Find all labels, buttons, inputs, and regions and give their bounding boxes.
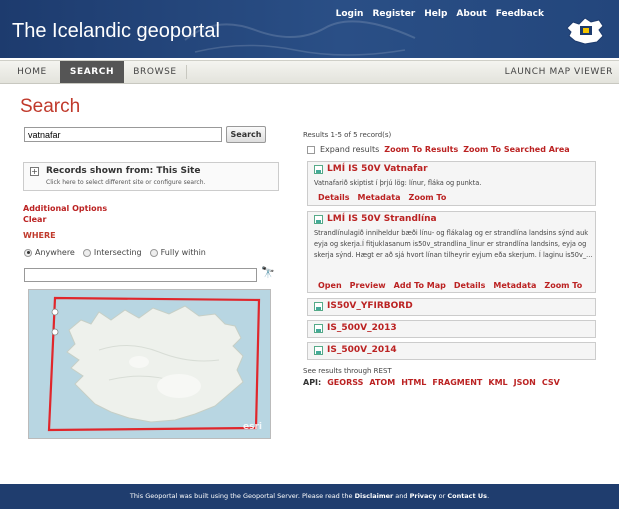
layer-icon xyxy=(314,164,323,174)
top-links: Login Register Help About Feedback xyxy=(336,9,544,19)
iceland-map-graphic xyxy=(29,290,270,438)
radio-checked-icon[interactable] xyxy=(24,248,32,257)
api-csv-link[interactable]: CSV xyxy=(542,378,560,387)
search-map[interactable]: esri xyxy=(28,289,271,439)
results-toolbar: Expand results Zoom To Results Zoom To S… xyxy=(307,145,570,154)
metadata-link[interactable]: Metadata xyxy=(358,193,401,202)
radio-unchecked-icon[interactable] xyxy=(82,248,91,257)
additional-options-link[interactable]: Additional Options xyxy=(23,204,107,213)
result-title[interactable]: IS50V_YFIRBORD xyxy=(314,301,413,311)
radio-intersecting[interactable]: Intersecting xyxy=(82,248,142,257)
spatial-filter-radios: Anywhere Intersecting Fully within xyxy=(24,248,206,257)
radio-anywhere[interactable]: Anywhere xyxy=(24,248,75,257)
radio-unchecked-icon[interactable] xyxy=(149,248,158,257)
open-link[interactable]: Open xyxy=(318,281,342,290)
api-atom-link[interactable]: ATOM xyxy=(369,378,395,387)
location-search-input[interactable] xyxy=(24,268,257,282)
api-label: API: xyxy=(303,378,322,387)
records-source-panel[interactable]: + Records shown from: This Site Click he… xyxy=(23,162,279,191)
details-link[interactable]: Details xyxy=(454,281,486,290)
where-heading: WHERE xyxy=(23,231,56,240)
result-title[interactable]: LMÍ IS 50V Vatnafar xyxy=(314,164,428,174)
records-source-heading: Records shown from: This Site xyxy=(46,166,201,176)
disclaimer-link[interactable]: Disclaimer xyxy=(355,492,394,500)
help-link[interactable]: Help xyxy=(424,9,447,19)
result-card: IS_500V_2014 xyxy=(307,342,596,360)
details-link[interactable]: Details xyxy=(318,193,350,202)
about-link[interactable]: About xyxy=(456,9,486,19)
result-title[interactable]: LMÍ IS 50V Strandlína xyxy=(314,214,437,224)
expand-toggle-icon[interactable]: + xyxy=(30,167,39,176)
nav-separator xyxy=(186,65,187,79)
api-kml-link[interactable]: KML xyxy=(488,378,507,387)
result-actions: Open Preview Add To Map Details Metadata… xyxy=(318,281,582,290)
metadata-link[interactable]: Metadata xyxy=(493,281,536,290)
contact-us-link[interactable]: Contact Us xyxy=(447,492,487,500)
result-card: IS50V_YFIRBORD xyxy=(307,298,596,316)
results-count: Results 1-5 of 5 record(s) xyxy=(303,131,392,139)
radio-fully-within[interactable]: Fully within xyxy=(149,248,206,257)
clear-link[interactable]: Clear xyxy=(23,215,46,224)
result-description: Vatnafarið skiptist í þrjú lög: línur, f… xyxy=(314,179,482,187)
zoom-to-link[interactable]: Zoom To xyxy=(409,193,447,202)
result-card: LMÍ IS 50V Strandlína Strandlínulagið in… xyxy=(307,211,596,293)
layer-icon xyxy=(314,323,323,333)
api-links: API: GEORSS ATOM HTML FRAGMENT KML JSON … xyxy=(303,378,560,387)
result-card: IS_500V_2013 xyxy=(307,320,596,338)
api-json-link[interactable]: JSON xyxy=(514,378,536,387)
search-button[interactable]: Search xyxy=(226,126,266,143)
layer-icon xyxy=(314,345,323,355)
expand-results-checkbox[interactable] xyxy=(307,145,315,154)
records-source-hint: Click here to select different site or c… xyxy=(46,179,206,186)
result-description: Strandlínulagið inniheldur bæði línu- og… xyxy=(314,229,593,259)
privacy-link[interactable]: Privacy xyxy=(410,492,437,500)
api-fragment-link[interactable]: FRAGMENT xyxy=(432,378,482,387)
rest-label: See results through REST xyxy=(303,367,392,375)
nav-launch-map-viewer[interactable]: LAUNCH MAP VIEWER xyxy=(493,61,613,83)
map-attribution: esri xyxy=(243,422,262,432)
zoom-to-results-link[interactable]: Zoom To Results xyxy=(384,145,458,154)
result-title[interactable]: IS_500V_2014 xyxy=(314,345,397,355)
layer-icon xyxy=(314,301,323,311)
layer-icon xyxy=(314,214,323,224)
result-title[interactable]: IS_500V_2013 xyxy=(314,323,397,333)
nav-browse[interactable]: BROWSE xyxy=(128,61,182,83)
nav-home[interactable]: HOME xyxy=(12,61,52,83)
site-header: The Icelandic geoportal Login Register H… xyxy=(0,0,619,58)
expand-results-label: Expand results xyxy=(320,145,380,154)
register-link[interactable]: Register xyxy=(372,9,415,19)
zoom-to-link[interactable]: Zoom To xyxy=(544,281,582,290)
api-georss-link[interactable]: GEORSS xyxy=(327,378,363,387)
preview-link[interactable]: Preview xyxy=(350,281,386,290)
result-card: LMÍ IS 50V Vatnafar Vatnafarið skiptist … xyxy=(307,161,596,206)
feedback-link[interactable]: Feedback xyxy=(496,9,544,19)
zoom-to-searched-area-link[interactable]: Zoom To Searched Area xyxy=(463,145,569,154)
result-actions: Details Metadata Zoom To xyxy=(318,193,446,202)
iceland-logo-icon[interactable] xyxy=(563,14,607,48)
main-nav: HOME SEARCH BROWSE LAUNCH MAP VIEWER xyxy=(0,60,619,84)
binoculars-icon[interactable]: 🔭 xyxy=(261,266,275,279)
site-footer: This Geoportal was built using the Geopo… xyxy=(0,484,619,509)
api-html-link[interactable]: HTML xyxy=(401,378,426,387)
nav-search[interactable]: SEARCH xyxy=(60,61,124,83)
page-title: Search xyxy=(20,96,81,117)
search-input[interactable] xyxy=(24,127,222,142)
site-title[interactable]: The Icelandic geoportal xyxy=(12,20,220,43)
login-link[interactable]: Login xyxy=(336,9,364,19)
add-to-map-link[interactable]: Add To Map xyxy=(394,281,446,290)
